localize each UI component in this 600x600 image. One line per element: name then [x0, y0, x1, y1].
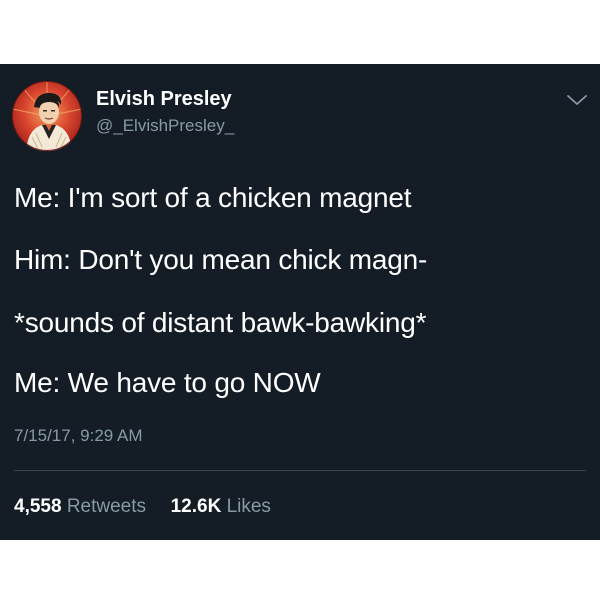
retweets-count[interactable]: 4,558 — [14, 496, 62, 517]
tweet-text-line: *sounds of distant bawk-bawking* — [14, 307, 427, 338]
elvis-portrait-avatar-icon — [12, 81, 82, 151]
retweets-label[interactable]: Retweets — [67, 496, 146, 517]
tweet-timestamp[interactable]: 7/15/17, 9:29 AM — [14, 426, 143, 446]
avatar[interactable] — [12, 81, 82, 151]
author-display-name[interactable]: Elvish Presley — [96, 88, 232, 111]
tweet-text-line: Me: I'm sort of a chicken magnet — [14, 182, 412, 213]
tweet-card: Elvish Presley @_ElvishPresley_ Me: I'm … — [0, 64, 600, 540]
divider — [14, 470, 586, 471]
tweet-text-line: Me: We have to go NOW — [14, 367, 321, 398]
chevron-down-icon[interactable] — [566, 92, 588, 108]
author-handle[interactable]: @_ElvishPresley_ — [96, 116, 234, 136]
tweet-stats: 4,558 Retweets 12.6K Likes — [14, 496, 271, 518]
tweet-text-line: Him: Don't you mean chick magn- — [14, 244, 428, 275]
likes-label[interactable]: Likes — [227, 496, 271, 517]
likes-count[interactable]: 12.6K — [171, 496, 222, 517]
